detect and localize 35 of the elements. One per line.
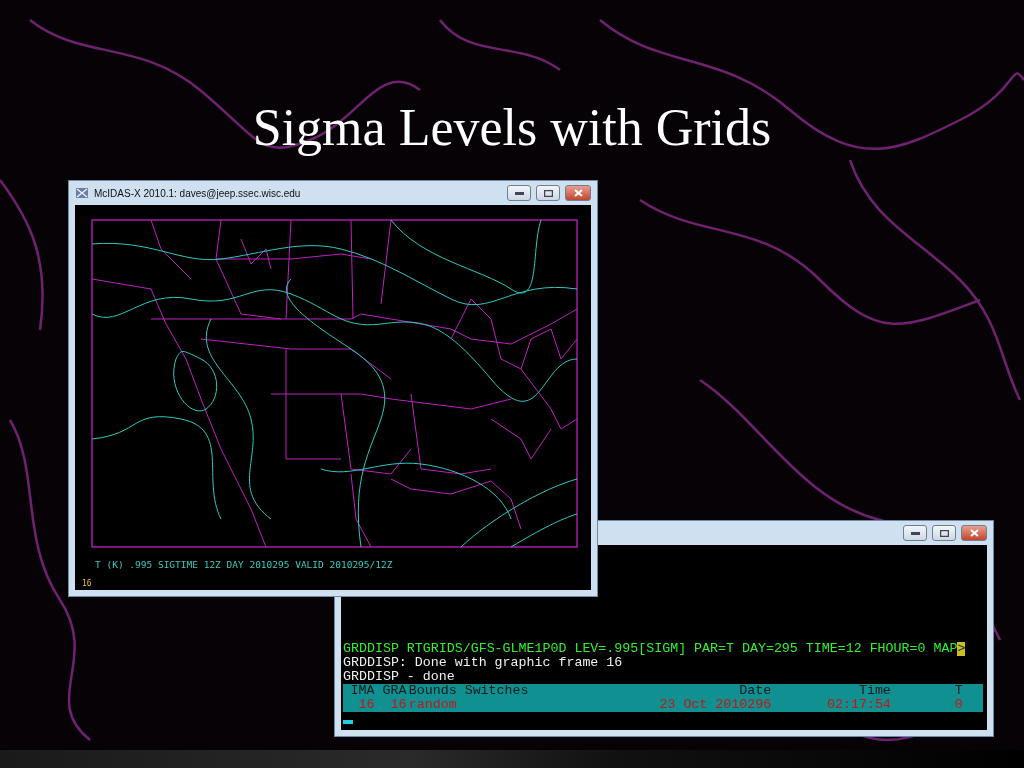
column-header: T bbox=[953, 684, 964, 698]
table-cell-text: 02:17:54 bbox=[826, 698, 892, 712]
maximize-button[interactable] bbox=[536, 185, 560, 201]
column-header: Bounds bbox=[408, 684, 458, 698]
output-line: GRDDISP - done bbox=[343, 670, 455, 684]
table-cell-text: 0 bbox=[953, 698, 964, 712]
close-button[interactable] bbox=[961, 525, 987, 541]
map-caption: T (K) .995 SIGTIME 12Z DAY 2010295 VALID 2010295/12Z bbox=[94, 558, 394, 570]
column-header: GRA bbox=[381, 684, 408, 698]
overflow-marker: > bbox=[957, 642, 966, 656]
column-header: Date bbox=[738, 684, 773, 698]
text-cursor bbox=[343, 720, 353, 724]
maximize-icon bbox=[543, 189, 553, 197]
command-line: GRDDISP RTGRIDS/GFS-GLME1P0D LEV=.995[SIGM] PAR=T DAY=295 TIME=12 FHOUR=0 MAP bbox=[343, 642, 958, 656]
slide-title: Sigma Levels with Grids bbox=[251, 98, 773, 157]
table-cell-text: 23 Oct 2010296 bbox=[658, 698, 773, 712]
close-icon bbox=[573, 189, 583, 197]
minimize-button[interactable] bbox=[507, 185, 531, 201]
app-icon bbox=[75, 186, 89, 200]
column-header: Switches bbox=[464, 684, 530, 698]
minimize-icon bbox=[910, 531, 920, 535]
output-line: GRDDISP: Done with graphic frame 16 bbox=[343, 656, 623, 670]
maximize-icon bbox=[939, 529, 949, 537]
minimize-icon bbox=[514, 191, 524, 195]
minimize-button[interactable] bbox=[903, 525, 927, 541]
column-header: Time bbox=[857, 684, 892, 698]
column-header: IMA bbox=[349, 684, 376, 698]
window-title: McIDAS-X 2010.1: daves@jeep.ssec.wisc.edu bbox=[94, 187, 301, 199]
close-icon bbox=[969, 529, 979, 537]
table-cell-text: 16 bbox=[389, 698, 408, 712]
frame-number: 16 bbox=[81, 579, 93, 590]
close-button[interactable] bbox=[565, 185, 591, 201]
maximize-button[interactable] bbox=[932, 525, 956, 541]
table-cell-text: random bbox=[408, 698, 458, 712]
table-cell-text: 16 bbox=[357, 698, 376, 712]
